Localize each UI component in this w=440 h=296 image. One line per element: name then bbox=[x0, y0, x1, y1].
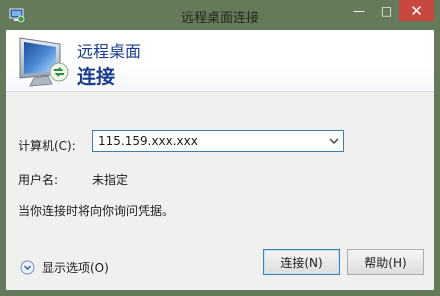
header-banner: 远程桌面 连接 bbox=[6, 30, 434, 92]
close-button[interactable]: ✕ bbox=[399, 0, 434, 21]
username-value: 未指定 bbox=[92, 173, 129, 187]
chevron-down-icon[interactable] bbox=[329, 137, 339, 145]
minimize-button[interactable]: — bbox=[345, 0, 373, 21]
expand-chevron-icon[interactable] bbox=[20, 260, 35, 275]
rdp-window: 远程桌面连接 — □ ✕ 远程桌面 连接 计算机(C): 115.159.xxx… bbox=[0, 0, 440, 296]
dialog-body: 远程桌面 连接 计算机(C): 115.159.xxx.xxx 用户名: 未指定… bbox=[6, 30, 434, 290]
title-bar[interactable]: 远程桌面连接 — □ ✕ bbox=[0, 0, 440, 30]
remote-desktop-monitor-icon bbox=[19, 37, 69, 87]
computer-input-value[interactable]: 115.159.xxx.xxx bbox=[98, 134, 198, 148]
credentials-prompt-text: 当你连接时将向你询问凭据。 bbox=[18, 204, 175, 218]
banner-subtitle: 连接 bbox=[77, 66, 116, 88]
banner-title: 远程桌面 bbox=[77, 42, 142, 61]
maximize-button[interactable]: □ bbox=[373, 0, 400, 21]
help-button[interactable]: 帮助(H) bbox=[347, 249, 424, 275]
computer-combobox[interactable]: 115.159.xxx.xxx bbox=[92, 130, 344, 152]
connect-button[interactable]: 连接(N) bbox=[263, 249, 340, 275]
show-options-label[interactable]: 显示选项(O) bbox=[42, 259, 109, 276]
computer-label: 计算机(C): bbox=[18, 139, 76, 153]
username-label: 用户名: bbox=[18, 173, 59, 187]
show-options-toggle[interactable]: 显示选项(O) bbox=[20, 258, 109, 276]
